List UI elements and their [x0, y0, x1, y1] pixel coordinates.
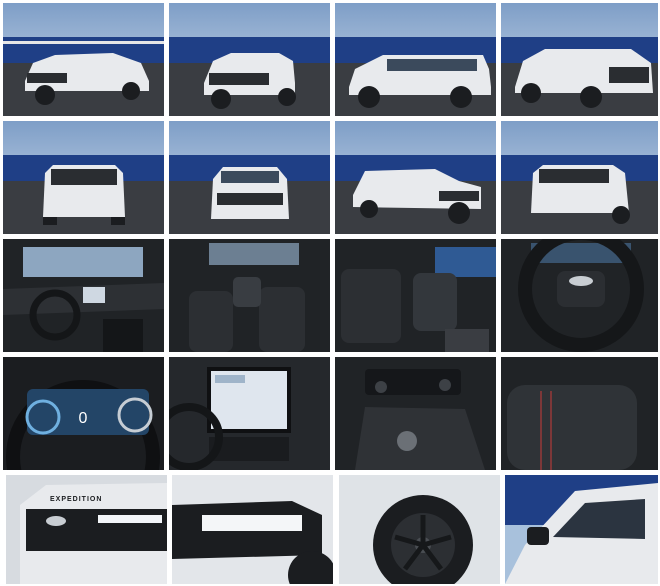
gallery-thumbnail-11[interactable]: [335, 239, 496, 352]
exterior-side-profile-icon: [335, 3, 496, 116]
gallery-thumbnail-14[interactable]: [169, 357, 330, 470]
seat-detail-icon: [501, 357, 658, 470]
cluster-speed-readout: 0: [79, 410, 88, 427]
gallery-thumbnail-1[interactable]: [3, 3, 164, 116]
interior-second-row-icon: [335, 239, 496, 352]
gallery-thumbnail-3[interactable]: [335, 3, 496, 116]
gallery-thumbnail-7[interactable]: [335, 121, 496, 234]
grille-detail-icon: EXPEDITION: [6, 475, 167, 584]
gallery-thumbnail-4[interactable]: [501, 3, 658, 116]
gallery-thumbnail-2[interactable]: [169, 3, 330, 116]
gallery-thumbnail-9[interactable]: [3, 239, 164, 352]
center-console-icon: [335, 357, 496, 470]
gallery-thumbnail-17[interactable]: EXPEDITION: [6, 475, 167, 584]
gallery-thumbnail-13[interactable]: 0: [3, 357, 164, 470]
exterior-front-3-4-icon: [169, 3, 330, 116]
instrument-cluster-icon: 0: [3, 357, 164, 470]
gallery-thumbnail-15[interactable]: [335, 357, 496, 470]
gallery-thumbnail-12[interactable]: [501, 239, 658, 352]
gallery-thumbnail-5[interactable]: [3, 121, 164, 234]
exterior-rear-icon: [3, 121, 164, 234]
exterior-front-3-4-icon: [335, 121, 496, 234]
gallery-thumbnail-6[interactable]: [169, 121, 330, 234]
exterior-front-icon: [169, 121, 330, 234]
gallery-thumbnail-18[interactable]: [172, 475, 333, 584]
exterior-rear-3-4-icon: [501, 121, 658, 234]
gallery-thumbnail-20[interactable]: [505, 475, 658, 584]
wheel-detail-icon: [339, 475, 500, 584]
exterior-rear-3-4-icon: [501, 3, 658, 116]
gallery-thumbnail-16[interactable]: [501, 357, 658, 470]
touchscreen-icon: [169, 357, 330, 470]
exterior-front-3-4-icon: [3, 3, 164, 116]
interior-dashboard-icon: [3, 239, 164, 352]
expedition-badge-text: EXPEDITION: [50, 496, 102, 503]
gallery-thumbnail-8[interactable]: [501, 121, 658, 234]
gallery-thumbnail-10[interactable]: [169, 239, 330, 352]
image-gallery: 0 EXPEDITION: [0, 0, 660, 586]
gallery-thumbnail-19[interactable]: [339, 475, 500, 584]
interior-rear-seats-icon: [169, 239, 330, 352]
steering-wheel-icon: [501, 239, 658, 352]
mirror-detail-icon: [505, 475, 658, 584]
headlamp-detail-icon: [172, 475, 333, 584]
